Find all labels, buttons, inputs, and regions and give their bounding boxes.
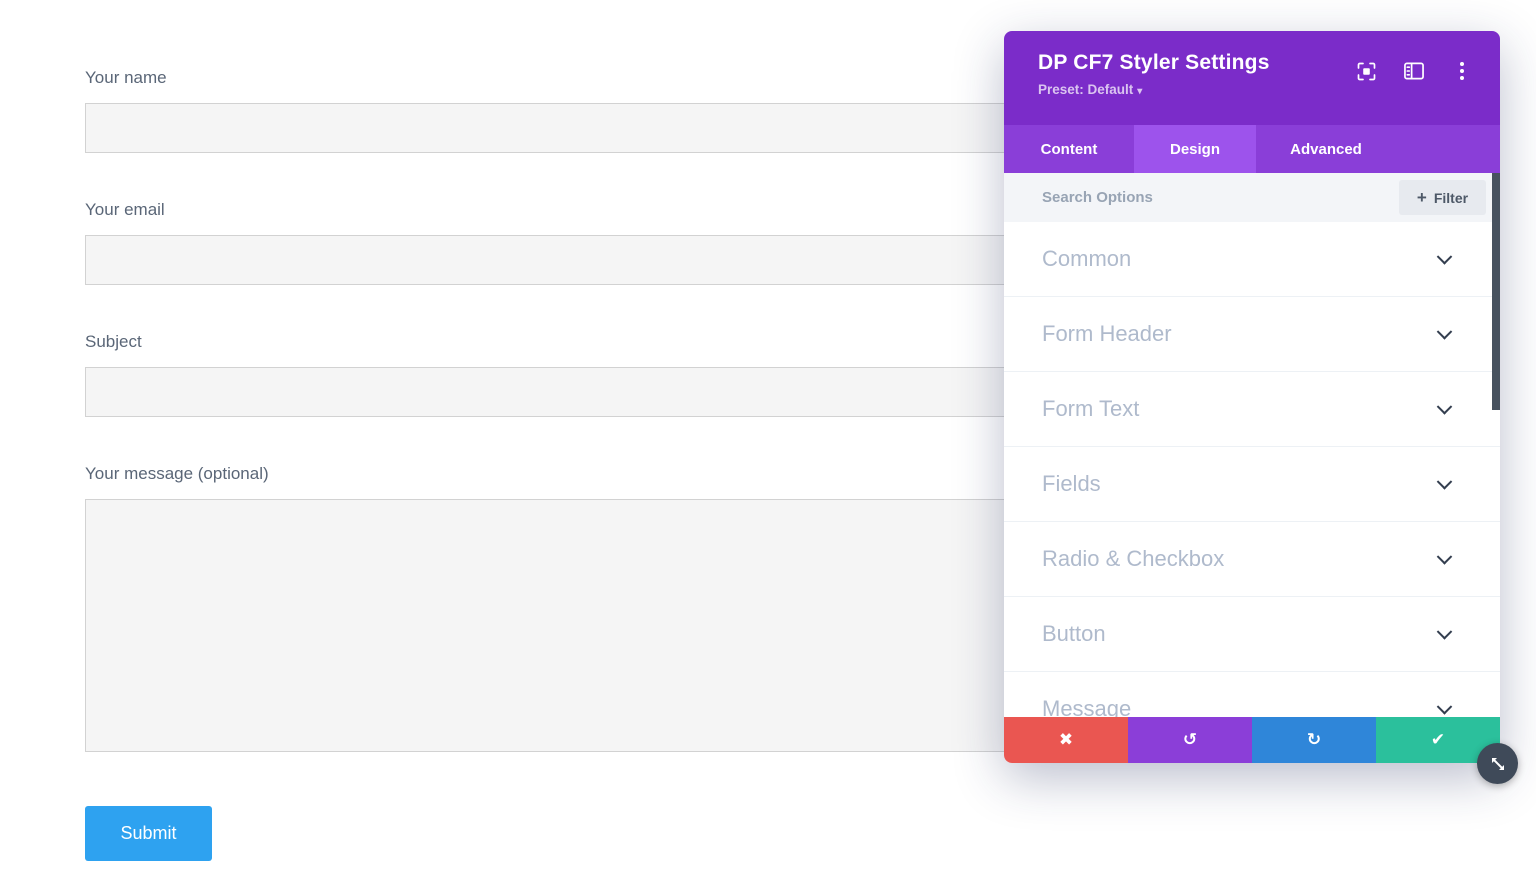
subject-label: Subject — [85, 332, 142, 352]
resize-handle[interactable] — [1477, 743, 1518, 784]
section-fields[interactable]: Fields — [1004, 447, 1500, 522]
chevron-down-icon — [1437, 249, 1453, 265]
preset-label: Preset: Default — [1038, 82, 1133, 97]
tab-design[interactable]: Design — [1134, 125, 1256, 173]
undo-icon: ↺ — [1183, 730, 1197, 750]
filter-button-label: Filter — [1434, 190, 1468, 206]
name-label: Your name — [85, 68, 167, 88]
redo-icon: ↻ — [1307, 730, 1321, 750]
section-title: Common — [1042, 246, 1131, 272]
panel-scrollbar[interactable] — [1492, 173, 1500, 410]
tab-content[interactable]: Content — [1004, 125, 1134, 173]
tab-advanced[interactable]: Advanced — [1256, 125, 1396, 173]
chevron-down-icon — [1437, 324, 1453, 340]
chevron-down-icon — [1437, 399, 1453, 415]
email-label: Your email — [85, 200, 165, 220]
plus-icon: + — [1417, 189, 1427, 206]
search-input[interactable] — [1042, 173, 1372, 222]
filter-button[interactable]: + Filter — [1399, 180, 1486, 215]
section-common[interactable]: Common — [1004, 222, 1500, 297]
section-form-header[interactable]: Form Header — [1004, 297, 1500, 372]
section-radio-checkbox[interactable]: Radio & Checkbox — [1004, 522, 1500, 597]
kebab-menu-icon[interactable] — [1452, 61, 1472, 81]
preset-dropdown[interactable]: Preset: Default ▾ — [1038, 82, 1142, 97]
section-title: Fields — [1042, 471, 1101, 497]
header-icon-group — [1356, 61, 1472, 81]
split-view-icon[interactable] — [1404, 61, 1424, 81]
section-button[interactable]: Button — [1004, 597, 1500, 672]
section-title: Form Header — [1042, 321, 1172, 347]
section-title: Button — [1042, 621, 1106, 647]
action-undo-button[interactable]: ↺ — [1128, 717, 1252, 763]
panel-action-bar: ✖ ↺ ↻ ✔ — [1004, 717, 1500, 763]
message-label: Your message (optional) — [85, 464, 269, 484]
section-title: Form Text — [1042, 396, 1139, 422]
section-form-text[interactable]: Form Text — [1004, 372, 1500, 447]
chevron-down-icon — [1437, 699, 1453, 715]
chevron-down-icon — [1437, 474, 1453, 490]
chevron-down-icon: ▾ — [1137, 86, 1142, 97]
panel-header: DP CF7 Styler Settings Preset: Default▾ — [1004, 31, 1500, 125]
expand-icon[interactable] — [1356, 61, 1376, 81]
submit-button[interactable]: Submit — [85, 806, 212, 861]
close-icon: ✖ — [1059, 730, 1073, 750]
panel-tabs: Content Design Advanced — [1004, 125, 1500, 173]
settings-panel: DP CF7 Styler Settings Preset: Default▾ — [1004, 31, 1500, 763]
chevron-down-icon — [1437, 624, 1453, 640]
check-icon: ✔ — [1431, 730, 1445, 750]
search-row: + Filter — [1004, 173, 1500, 222]
action-discard-button[interactable]: ✖ — [1004, 717, 1128, 763]
design-sections-accordion: Common Form Header Form Text Fields Radi… — [1004, 222, 1500, 747]
chevron-down-icon — [1437, 549, 1453, 565]
action-redo-button[interactable]: ↻ — [1252, 717, 1376, 763]
section-title: Radio & Checkbox — [1042, 546, 1224, 572]
